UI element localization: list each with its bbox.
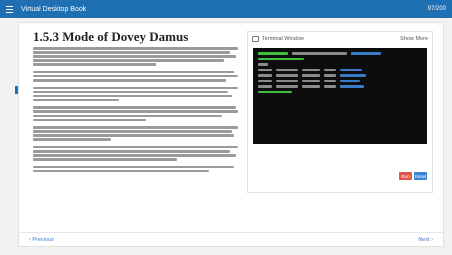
paragraph-3 <box>33 86 238 102</box>
app-title: Virtual Desktop Book <box>21 5 87 13</box>
book-page: 1.5.3 Mode of Dovey Damus Terminal Windo… <box>18 22 444 247</box>
hamburger-menu-icon[interactable] <box>6 5 13 13</box>
terminal-header: Terminal Window Show More <box>248 32 432 46</box>
page-footer: ‹ Previous Next › <box>19 232 443 246</box>
run-button[interactable]: Run <box>399 172 412 180</box>
page-counter: 97/200 <box>427 6 446 12</box>
paragraph-2 <box>33 70 238 82</box>
terminal-buttons: Run Reset <box>399 172 427 180</box>
terminal-panel: Terminal Window Show More Run Reset <box>247 31 433 193</box>
show-more-link[interactable]: Show More <box>400 36 428 42</box>
article-body <box>33 47 238 177</box>
paragraph-7 <box>33 165 238 173</box>
next-page-link[interactable]: Next › <box>418 237 433 243</box>
reset-button[interactable]: Reset <box>414 172 427 180</box>
paragraph-4 <box>33 106 238 122</box>
terminal-icon <box>252 36 259 42</box>
paragraph-5 <box>33 126 238 141</box>
paragraph-6 <box>33 145 238 161</box>
section-heading: 1.5.3 Mode of Dovey Damus <box>33 29 189 44</box>
top-app-bar: Virtual Desktop Book 97/200 <box>0 0 452 18</box>
terminal-title: Terminal Window <box>262 36 304 42</box>
terminal-output[interactable] <box>253 48 427 144</box>
previous-page-link[interactable]: ‹ Previous <box>29 237 54 243</box>
paragraph-1 <box>33 47 238 66</box>
